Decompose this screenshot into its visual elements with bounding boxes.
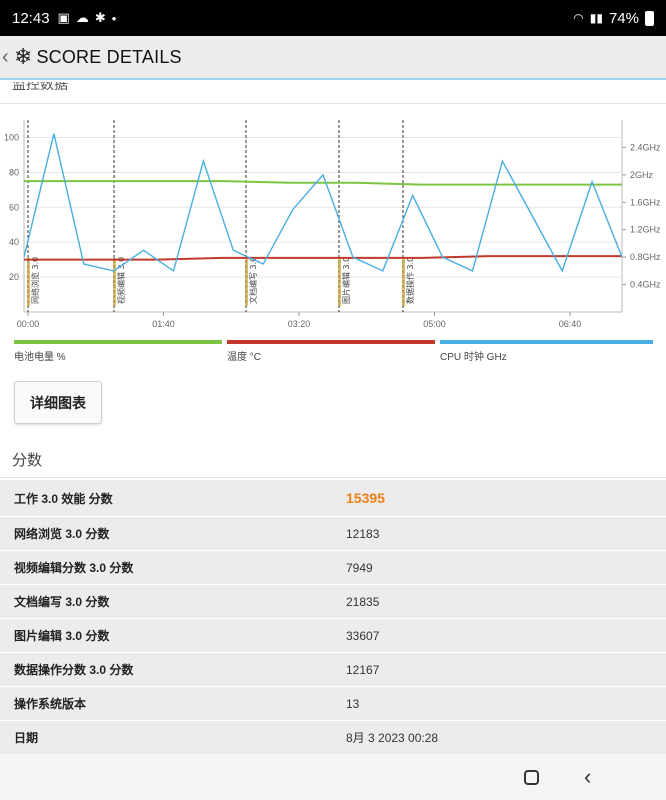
- legend-battery-swatch: [14, 340, 222, 344]
- score-value: 12183: [346, 526, 380, 541]
- system-nav-bar: ‹: [0, 754, 666, 800]
- y2-tick-label: 0.4GHz: [630, 280, 661, 290]
- y-tick-label: 100: [4, 132, 19, 142]
- score-label: 网络浏览 3.0 分数: [14, 527, 110, 541]
- score-value: 33607: [346, 628, 380, 643]
- score-label: 日期: [14, 731, 39, 745]
- notification-icons: ▣ ☁ ✱ •: [58, 10, 117, 26]
- event-marker-bar: [113, 258, 116, 306]
- scores-title: 分数: [12, 452, 43, 469]
- table-row: 图片编辑 3.0 分数 33607: [0, 619, 666, 653]
- y2-tick-label: 0.8GHz: [630, 252, 661, 262]
- legend-temperature-label: 温度 °C: [227, 352, 261, 363]
- legend-cpu-swatch: [440, 340, 653, 344]
- x-tick-label: 03:20: [288, 319, 311, 329]
- event-marker-bar: [27, 258, 30, 306]
- y-tick-label: 20: [9, 272, 19, 282]
- event-label: 文档编写 3.0: [248, 257, 258, 304]
- table-row: 工作 3.0 效能 分数 15395: [0, 480, 666, 517]
- back-button-icon[interactable]: ‹: [584, 764, 591, 790]
- scores-table: 工作 3.0 效能 分数 15395 网络浏览 3.0 分数 12183 视频编辑分数 …: [0, 480, 666, 755]
- home-button-icon[interactable]: [524, 770, 539, 785]
- wifi-icon: ◠: [573, 11, 584, 25]
- page-title: SCORE DETAILS: [36, 46, 182, 67]
- table-row: 数据操作分数 3.0 分数 12167: [0, 653, 666, 687]
- score-label: 图片编辑 3.0 分数: [14, 629, 110, 643]
- score-label: 视频编辑分数 3.0 分数: [14, 561, 134, 575]
- detail-chart-button[interactable]: 详细图表: [14, 381, 102, 424]
- table-row: 日期 8月 3 2023 00:28: [0, 721, 666, 755]
- legend-cpu: CPU 时钟 GHz: [440, 340, 653, 363]
- y-tick-label: 80: [9, 167, 19, 177]
- score-value: 12167: [346, 662, 380, 677]
- score-label: 工作 3.0 效能 分数: [14, 491, 113, 506]
- table-row: 视频编辑分数 3.0 分数 7949: [0, 551, 666, 585]
- event-label: 图片编辑 3.0: [341, 257, 351, 304]
- score-label: 数据操作分数 3.0 分数: [14, 663, 134, 677]
- monitoring-section-header: 监控数据: [0, 82, 666, 104]
- y2-tick-label: 1.2GHz: [630, 225, 661, 235]
- chart-legend: 电池电量 % 温度 °C CPU 时钟 GHz: [0, 340, 666, 364]
- table-row: 操作系统版本 13: [0, 687, 666, 721]
- score-value: 8月 3 2023 00:28: [346, 731, 439, 745]
- score-value: 7949: [346, 560, 373, 575]
- cloud-icon: ☁: [75, 10, 89, 25]
- signal-icon: ▮▮: [589, 11, 603, 25]
- table-row: 网络浏览 3.0 分数 12183: [0, 517, 666, 551]
- legend-battery: 电池电量 %: [14, 340, 222, 363]
- status-bar: 12:43 ▣ ☁ ✱ • ◠ ▮▮ 74%: [0, 0, 666, 36]
- settings-icon: ✱: [94, 10, 106, 25]
- legend-battery-label: 电池电量 %: [14, 352, 66, 363]
- score-value: 13: [346, 696, 360, 711]
- legend-cpu-label: CPU 时钟 GHz: [440, 352, 507, 363]
- score-value: 21835: [346, 594, 380, 609]
- event-marker-bar: [402, 258, 405, 306]
- x-tick-label: 06:40: [559, 319, 582, 329]
- y2-tick-label: 1.6GHz: [630, 197, 661, 207]
- battery-icon: [645, 10, 654, 26]
- back-chevron-icon[interactable]: ‹: [2, 46, 12, 69]
- status-time: 12:43: [12, 9, 50, 27]
- score-value: 15395: [346, 490, 385, 506]
- gallery-icon: ▣: [57, 10, 70, 25]
- divider: [0, 477, 666, 478]
- monitoring-title: 监控数据: [12, 82, 68, 92]
- y2-tick-label: 2GHz: [630, 170, 654, 180]
- score-label: 操作系统版本: [14, 697, 87, 711]
- snowflake-logo-icon: ❄: [14, 44, 33, 69]
- x-tick-label: 01:40: [152, 319, 175, 329]
- dot-icon: •: [111, 10, 117, 26]
- table-row: 文档编写 3.0 分数 21835: [0, 585, 666, 619]
- legend-temperature: 温度 °C: [227, 340, 435, 363]
- app-bar: ‹ ❄ SCORE DETAILS: [0, 36, 666, 80]
- legend-temperature-swatch: [227, 340, 435, 344]
- event-marker-bar: [245, 258, 248, 306]
- battery-percent: 74%: [608, 9, 639, 27]
- event-marker-bar: [338, 258, 341, 306]
- y-tick-label: 60: [9, 202, 19, 212]
- score-label: 文档编写 3.0 分数: [14, 595, 110, 609]
- event-label: 数据操作 3.0: [405, 257, 415, 304]
- event-label: 网络浏览 3.0: [30, 257, 40, 304]
- x-tick-label: 00:00: [17, 319, 40, 329]
- x-tick-label: 05:00: [423, 319, 446, 329]
- monitoring-chart: 网络浏览 3.0 视频编辑 3.0 文档编写 3.0 图片编辑 3.0 数据操作 3.0…: [4, 120, 661, 329]
- y-tick-label: 40: [9, 237, 19, 247]
- y2-tick-label: 2.4GHz: [630, 142, 661, 152]
